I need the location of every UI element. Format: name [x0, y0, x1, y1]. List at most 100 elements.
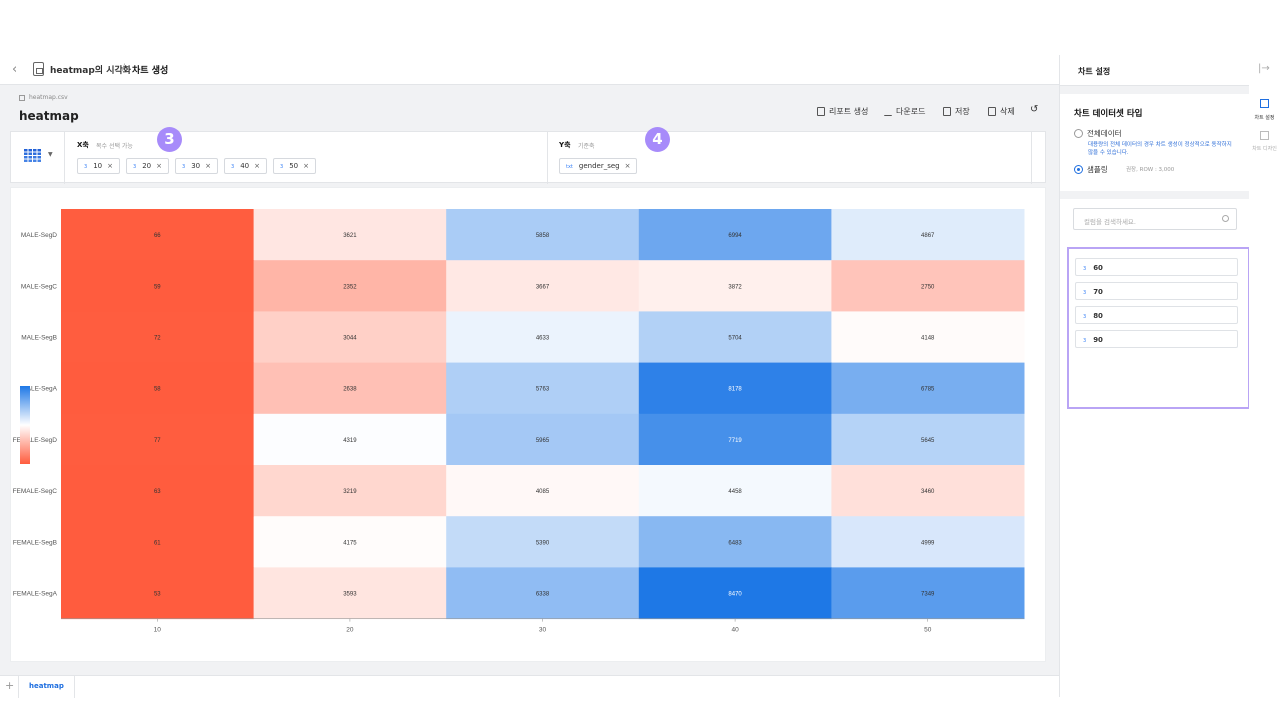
- cell-value-label: 6483: [728, 540, 742, 546]
- x-axis-chip[interactable]: 3 50 ×: [273, 158, 316, 174]
- refresh-icon[interactable]: ↺: [1030, 104, 1038, 115]
- y-axis-chip[interactable]: txt gender_seg ×: [559, 158, 638, 174]
- cell-value-label: 5704: [728, 336, 742, 342]
- x-axis-chip-label: 50: [289, 162, 299, 170]
- table-file-icon: [19, 95, 25, 101]
- report-button[interactable]: 리포트 생성: [817, 106, 868, 117]
- search-placeholder: 컬럼을 검색하세요.: [1084, 218, 1136, 226]
- column-item-label: 70: [1093, 288, 1103, 296]
- x-axis-chip[interactable]: 3 40 ×: [224, 158, 267, 174]
- expand-panel-icon[interactable]: |→: [1258, 63, 1270, 74]
- delete-button[interactable]: 삭제: [988, 106, 1015, 117]
- remove-chip-icon[interactable]: ×: [625, 162, 631, 170]
- report-icon: [817, 107, 825, 116]
- chart-type-selector[interactable]: ▼: [11, 132, 65, 184]
- x-axis-chip-label: 40: [240, 162, 250, 170]
- type-marker: 3: [231, 164, 235, 170]
- y-tick-label: FEMALE-SegC: [13, 488, 58, 495]
- cell-value-label: 77: [154, 438, 161, 444]
- type-marker: 3: [280, 164, 284, 170]
- y-axis-chip-label: gender_seg: [578, 162, 620, 170]
- column-item-label: 90: [1093, 336, 1103, 344]
- cell-value-label: 5390: [536, 540, 550, 546]
- save-label: 저장: [955, 107, 970, 116]
- option-sampling-label[interactable]: 샘플링: [1087, 164, 1108, 175]
- radio-sampling[interactable]: [1074, 165, 1083, 174]
- remove-chip-icon[interactable]: ×: [205, 162, 211, 170]
- type-marker: 3: [1083, 338, 1087, 344]
- type-marker: txt: [566, 164, 573, 170]
- heatmap-chart: 66 3621 5858 6994 4867 59 2352 3667 3872 2750 72 30…: [13, 209, 1025, 634]
- rail-chart-settings[interactable]: 차트 설정: [1249, 93, 1280, 121]
- heatmap-icon: [23, 149, 41, 163]
- save-button[interactable]: 저장: [943, 106, 970, 117]
- x-tick-label: 10: [154, 627, 162, 634]
- x-axis-chip[interactable]: 3 10 ×: [77, 158, 120, 174]
- cell-value-label: 3621: [343, 233, 357, 239]
- panel-header: 차트 설정: [1060, 55, 1250, 86]
- breadcrumb-separator: /: [122, 63, 126, 73]
- y-tick-label: FEMALE-SegA: [13, 591, 58, 598]
- trash-icon: [988, 107, 996, 116]
- y-axis-section: Y축 기준축 txt gender_seg ×: [548, 132, 1032, 184]
- cell-value-label: 2750: [921, 284, 935, 290]
- cell-value-label: 4633: [536, 336, 550, 342]
- add-tab-button[interactable]: +: [5, 679, 14, 692]
- remove-chip-icon[interactable]: ×: [303, 162, 309, 170]
- breadcrumb-current: 차트 생성: [132, 66, 169, 76]
- y-tick-label: FEMALE-SegB: [13, 539, 57, 546]
- tab-heatmap[interactable]: heatmap: [18, 676, 75, 698]
- type-marker: 3: [1083, 266, 1087, 272]
- x-axis-title: X축: [77, 141, 89, 149]
- download-icon: [884, 107, 892, 116]
- cell-value-label: 8178: [728, 387, 742, 393]
- x-axis-section: X축 복수 선택 가능 3 10 × 3 20 × 3 30 × 3 40 × 3 50 ×: [66, 132, 548, 184]
- cell-value-label: 4085: [536, 489, 550, 495]
- annotation-badge-3: 3: [157, 127, 182, 152]
- cell-value-label: 5645: [921, 438, 935, 444]
- x-tick-label: 40: [731, 627, 739, 634]
- rail-chart-settings-label: 차트 설정: [1254, 115, 1275, 121]
- x-axis-chip[interactable]: 3 20 ×: [126, 158, 169, 174]
- column-item[interactable]: 3 70: [1075, 282, 1238, 300]
- divider: [1060, 191, 1250, 199]
- back-chevron-icon[interactable]: ‹: [12, 62, 17, 77]
- cell-value-label: 7719: [728, 438, 742, 444]
- radio-all-data[interactable]: [1074, 129, 1083, 138]
- y-tick-label: MALE-SegD: [21, 232, 57, 239]
- rail-chart-design[interactable]: 차트 디자인: [1249, 125, 1280, 152]
- cell-value-label: 5965: [536, 438, 550, 444]
- download-label: 다운로드: [896, 107, 926, 116]
- option-all-data-label[interactable]: 전체데이터: [1087, 128, 1122, 139]
- report-label: 리포트 생성: [829, 107, 869, 116]
- cell-value-label: 6785: [921, 387, 935, 393]
- column-item[interactable]: 3 60: [1075, 258, 1238, 276]
- cell-value-label: 7349: [921, 592, 935, 598]
- chart-card: 66 3621 5858 6994 4867 59 2352 3667 3872 2750 72 30…: [10, 187, 1046, 662]
- x-axis-chip[interactable]: 3 30 ×: [175, 158, 218, 174]
- side-rail: |→ 차트 설정 차트 디자인: [1249, 55, 1280, 697]
- cell-value-label: 3044: [343, 336, 357, 342]
- cell-value-label: 63: [154, 489, 161, 495]
- cell-value-label: 4148: [921, 336, 935, 342]
- remove-chip-icon[interactable]: ×: [156, 162, 162, 170]
- column-item[interactable]: 3 90: [1075, 330, 1238, 348]
- option-sampling-note: 권장, ROW : 3,000: [1126, 167, 1175, 173]
- breadcrumb-parent[interactable]: heatmap의 시각화: [50, 63, 131, 76]
- column-search-input[interactable]: 컬럼을 검색하세요.: [1073, 208, 1237, 230]
- bottom-tab-bar: + heatmap: [0, 675, 1059, 698]
- remove-chip-icon[interactable]: ×: [107, 162, 113, 170]
- column-item[interactable]: 3 80: [1075, 306, 1238, 324]
- download-button[interactable]: 다운로드: [884, 106, 925, 117]
- cell-value-label: 58: [154, 387, 161, 393]
- column-item-label: 80: [1093, 312, 1103, 320]
- annotation-badge-4: 4: [645, 127, 670, 152]
- cell-value-label: 4999: [921, 540, 935, 546]
- type-marker: 3: [1083, 314, 1087, 320]
- y-axis-subtitle: 기준축: [578, 143, 595, 150]
- remove-chip-icon[interactable]: ×: [254, 162, 260, 170]
- color-legend-bar: [20, 386, 30, 464]
- chart-settings-panel: 차트 설정 차트 데이터셋 타입 전체데이터 대용량의 전체 데이터의 경우 차…: [1059, 55, 1250, 697]
- chart-design-icon: [1260, 131, 1269, 140]
- y-tick-label: FEMALE-SegD: [13, 437, 58, 444]
